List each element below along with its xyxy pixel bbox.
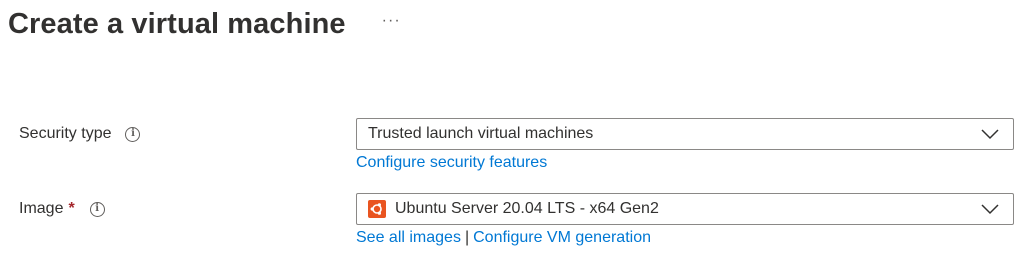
see-all-images-link[interactable]: See all images: [356, 229, 461, 247]
ubuntu-logo-icon: [368, 200, 386, 218]
configure-vm-generation-link[interactable]: Configure VM generation: [473, 229, 651, 247]
security-type-selected-value: Trusted launch virtual machines: [368, 125, 594, 142]
create-vm-page: Create a virtual machine ··· Security ty…: [0, 0, 1026, 259]
page-title: Create a virtual machine: [8, 8, 346, 40]
info-icon[interactable]: i: [89, 201, 105, 217]
security-links: Configure security features: [356, 154, 547, 172]
image-selected-value: Ubuntu Server 20.04 LTS - x64 Gen2: [395, 200, 659, 217]
title-row: Create a virtual machine ···: [8, 2, 407, 46]
image-links: See all images | Configure VM generation: [356, 229, 651, 247]
more-options-button[interactable]: ···: [376, 11, 407, 31]
configure-security-features-link[interactable]: Configure security features: [356, 154, 547, 172]
link-separator: |: [464, 229, 470, 246]
chevron-down-icon: [981, 129, 999, 140]
required-indicator: *: [68, 200, 75, 217]
security-type-label-group: Security type i: [19, 125, 141, 143]
image-label-group: Image * i: [19, 200, 105, 218]
security-type-label: Security type: [19, 125, 112, 142]
chevron-down-icon: [981, 204, 999, 215]
security-type-dropdown[interactable]: Trusted launch virtual machines: [356, 118, 1014, 150]
info-icon[interactable]: i: [125, 126, 141, 142]
image-label: Image: [19, 200, 64, 217]
image-dropdown[interactable]: Ubuntu Server 20.04 LTS - x64 Gen2: [356, 193, 1014, 225]
